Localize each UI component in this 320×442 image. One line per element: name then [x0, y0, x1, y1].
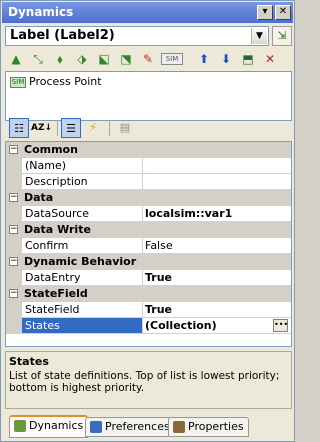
ellipsis-button[interactable]: •••: [273, 319, 288, 332]
property-row[interactable]: (Name): [6, 158, 291, 174]
tab-label: Preferences: [105, 420, 170, 433]
property-value[interactable]: True: [145, 303, 285, 316]
column-divider: [142, 174, 143, 190]
preferences-tab-icon: [90, 421, 102, 433]
row-gutter: [6, 318, 22, 334]
sim-point-icon: SIM: [10, 76, 26, 88]
row-gutter: [6, 158, 22, 174]
property-name: StateField: [25, 303, 80, 316]
dynamics-tab-icon: [14, 420, 26, 432]
property-toolbar: ☷ AZ↓ ☰ ⚡ ▤: [5, 117, 292, 139]
tab-preferences[interactable]: Preferences: [85, 417, 175, 437]
properties-icon[interactable]: ☰: [61, 118, 81, 138]
category-common[interactable]: − Common: [6, 142, 291, 158]
property-name: Confirm: [25, 239, 69, 252]
column-divider: [142, 206, 143, 222]
tool-copy-icon[interactable]: ⬕: [95, 50, 113, 68]
property-row[interactable]: Confirm False: [6, 238, 291, 254]
property-name: DataSource: [25, 207, 90, 220]
row-gutter: [6, 238, 22, 254]
column-divider: [142, 158, 143, 174]
category-data-write[interactable]: − Data Write: [6, 222, 291, 238]
category-label: Data Write: [24, 223, 91, 236]
category-label: Dynamic Behavior: [24, 255, 137, 268]
collapse-icon[interactable]: −: [9, 193, 18, 202]
row-gutter: [6, 302, 22, 318]
column-divider: [142, 318, 143, 334]
description-text: List of state definitions. Top of list i…: [9, 370, 280, 394]
close-icon[interactable]: ✕: [275, 5, 291, 20]
property-row[interactable]: Description: [6, 174, 291, 190]
property-row[interactable]: DataSource localsim::var1: [6, 206, 291, 222]
object-selector[interactable]: Label (Label2) ▼: [5, 26, 269, 46]
title-bar: Dynamics ▾ ✕: [2, 2, 293, 23]
export-button[interactable]: ⇲: [272, 26, 292, 46]
tool-move-up-icon[interactable]: ⬆: [195, 50, 213, 68]
property-name: DataEntry: [25, 271, 81, 284]
tab-dynamics[interactable]: Dynamics: [9, 415, 89, 438]
column-divider: [142, 270, 143, 286]
tab-label: Properties: [188, 420, 244, 433]
events-icon[interactable]: ⚡: [83, 118, 103, 138]
window-title: Dynamics: [8, 5, 74, 19]
list-item[interactable]: SIM Process Point: [10, 75, 102, 88]
tool-edit-icon[interactable]: ⬒: [239, 50, 257, 68]
dynamics-window: Dynamics ▾ ✕ Label (Label2) ▼ ⇲ ▲ ⤡ ⬧ ⬗ …: [0, 0, 295, 442]
property-name: States: [22, 318, 142, 333]
list-item-label: Process Point: [29, 75, 102, 88]
tool-link-icon[interactable]: ⤡: [29, 50, 47, 68]
bottom-tabs: Dynamics Preferences Properties: [5, 415, 292, 439]
tool-up-icon[interactable]: ▲: [7, 50, 25, 68]
export-icon: ⇲: [277, 29, 287, 42]
category-data[interactable]: − Data: [6, 190, 291, 206]
property-row[interactable]: StateField True: [6, 302, 291, 318]
separator: [57, 120, 58, 136]
collapse-icon[interactable]: −: [9, 289, 18, 298]
categorized-icon[interactable]: ☷: [9, 118, 29, 138]
column-divider: [142, 238, 143, 254]
property-row-selected[interactable]: States (Collection) •••: [6, 318, 291, 334]
collapse-icon[interactable]: −: [9, 225, 18, 234]
row-gutter: [6, 270, 22, 286]
dropdown-icon[interactable]: ▾: [257, 5, 273, 20]
tool-paste-icon[interactable]: ⬔: [117, 50, 135, 68]
property-name: Description: [25, 175, 88, 188]
category-label: Data: [24, 191, 54, 204]
property-row[interactable]: DataEntry True: [6, 270, 291, 286]
category-label: Common: [24, 143, 78, 156]
point-list: SIM Process Point: [5, 71, 292, 121]
property-value[interactable]: False: [145, 239, 285, 252]
property-value[interactable]: True: [145, 271, 285, 284]
row-gutter: [6, 174, 22, 190]
property-pages-icon[interactable]: ▤: [115, 118, 135, 138]
tab-properties[interactable]: Properties: [168, 417, 249, 437]
column-divider: [142, 302, 143, 318]
collapse-icon[interactable]: −: [9, 257, 18, 266]
tab-label: Dynamics: [29, 419, 84, 432]
alphabetical-icon[interactable]: AZ↓: [31, 118, 52, 138]
properties-tab-icon: [173, 421, 185, 433]
tool-sim-icon[interactable]: SIM: [161, 53, 183, 65]
property-value[interactable]: (Collection): [145, 319, 285, 332]
separator: [109, 120, 110, 136]
tool-move-down-icon[interactable]: ⬇: [217, 50, 235, 68]
property-grid: − Common (Name) Description − Data DataS…: [5, 141, 292, 347]
category-dynamic-behavior[interactable]: − Dynamic Behavior: [6, 254, 291, 270]
property-value[interactable]: localsim::var1: [145, 207, 285, 220]
dynamics-toolbar: ▲ ⤡ ⬧ ⬗ ⬕ ⬔ ✎ SIM ⬆ ⬇ ⬒ ✕: [5, 49, 292, 69]
tool-node-icon[interactable]: ⬧: [51, 50, 69, 68]
property-name: (Name): [25, 159, 67, 172]
object-selector-value: Label (Label2): [10, 28, 115, 43]
tool-brush-icon[interactable]: ✎: [139, 50, 157, 68]
collapse-icon[interactable]: −: [9, 145, 18, 154]
chevron-down-icon[interactable]: ▼: [251, 28, 267, 44]
category-statefield[interactable]: − StateField: [6, 286, 291, 302]
description-panel: States List of state definitions. Top of…: [5, 351, 292, 409]
tool-insert-icon[interactable]: ⬗: [73, 50, 91, 68]
tool-delete-icon[interactable]: ✕: [261, 50, 279, 68]
description-title: States: [9, 355, 49, 368]
row-gutter: [6, 206, 22, 222]
category-label: StateField: [24, 287, 88, 300]
